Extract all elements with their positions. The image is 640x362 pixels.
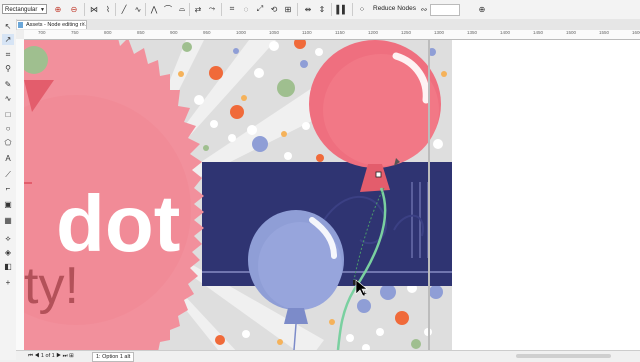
toolbox: ↖ ↗ ⌗ ⚲ ✎ ∿ □ ○ ⬠ A ⟋ ⌐ ▣ ▦ ⟡ ◈ ◧ + [0,19,17,360]
ruler-tick: 1050 [269,30,280,35]
document-icon [18,22,23,28]
align-nodes-icon[interactable]: ⊞ [282,3,294,15]
chevron-down-icon: ▼ [40,7,45,13]
add-tool-icon[interactable]: + [2,277,14,288]
smart-fill-icon[interactable]: ◧ [2,261,14,272]
ruler-tick: 1000 [236,30,247,35]
curve-smoothness-icon[interactable]: ∾ [418,3,430,15]
select-all-nodes-icon[interactable]: ⁘ [356,3,368,15]
ruler-tick: 1400 [500,30,511,35]
stretch-nodes-icon[interactable]: ⤢ [254,3,266,15]
svg-text:+: + [362,289,367,298]
drawing-canvas[interactable]: dot ty! + [24,40,640,350]
interactive-fill-icon[interactable]: ◈ [2,247,14,258]
pick-tool-icon[interactable]: ↖ [2,21,14,32]
ruler-tick: 1500 [566,30,577,35]
ruler-tick: 700 [38,30,46,35]
selection-mode-dropdown[interactable]: Rectangular ▼ [2,4,47,14]
artistic-media-icon[interactable]: ∿ [2,93,14,104]
text-tool-icon[interactable]: A [2,153,14,164]
ruler-tick: 1200 [368,30,379,35]
crop-tool-icon[interactable]: ⌗ [2,49,14,60]
ruler-tick: 800 [104,30,112,35]
parallel-dimension-icon[interactable]: ⟋ [2,169,14,180]
reverse-direction-icon[interactable]: ⇄ [192,3,204,15]
options-icon[interactable]: ⊕ [476,3,488,15]
page-count: 1 of 1 [40,353,55,359]
extract-subpath-icon[interactable]: ⌗ [226,3,238,15]
to-curve-icon[interactable]: ∿ [132,3,144,15]
smoothness-field[interactable] [430,4,460,16]
ruler-tick: 850 [137,30,145,35]
ruler-tick: 1300 [434,30,445,35]
ruler-tick: 1450 [533,30,544,35]
artwork-illustration: dot ty! + [24,40,452,350]
node-handle[interactable] [375,171,382,178]
page-border [428,40,430,350]
shape-tool-icon[interactable]: ↗ [2,34,14,45]
add-node-icon[interactable]: ⊕ [52,3,64,15]
text-ty: ty! [24,257,79,315]
page-navigator: ⏮ ◀ 1 of 1 ▶ ⏭ ⊞ 1: Option 1 alt [16,350,640,362]
selection-mode-value: Rectangular [5,7,38,13]
close-curve-icon[interactable]: ◌ [240,3,252,15]
horizontal-scrollbar[interactable] [516,354,611,358]
symmetrical-node-icon[interactable]: ⌓ [176,3,188,15]
connector-tool-icon[interactable]: ⌐ [2,183,14,194]
reduce-nodes-button[interactable]: Reduce Nodes [373,5,416,12]
elastic-mode-icon[interactable]: ▌▌ [336,3,348,15]
polygon-tool-icon[interactable]: ⬠ [2,137,14,148]
mirror-horizontal-icon[interactable]: ⇹ [302,3,314,15]
ruler-tick: 750 [71,30,79,35]
page-tab[interactable]: 1: Option 1 alt [92,352,135,362]
break-curve-icon[interactable]: ⌇ [102,3,114,15]
ruler-tick: 1550 [599,30,610,35]
to-line-icon[interactable]: ╱ [118,3,130,15]
mirror-vertical-icon[interactable]: ⇕ [316,3,328,15]
ruler-tick: 1100 [302,30,312,35]
ruler-tick: 1350 [467,30,478,35]
ruler-tick: 1600 [632,30,640,35]
freehand-tool-icon[interactable]: ✎ [2,79,14,90]
document-tab-bar: Assets - Node editing r... × + [0,19,640,47]
horizontal-ruler[interactable]: 700 750 800 850 900 950 1000 1050 1100 1… [24,30,640,40]
zoom-tool-icon[interactable]: ⚲ [2,63,14,74]
drop-shadow-icon[interactable]: ▣ [2,199,14,210]
property-bar: Rectangular ▼ ⊕ ⊖ ⋈ ⌇ ╱ ∿ ⋀ ⌒ ⌓ ⇄ ⤳ ⌗ ◌ … [0,0,640,20]
close-icon[interactable]: × [81,21,85,29]
cusp-node-icon[interactable]: ⋀ [148,3,160,15]
ruler-tick: 1150 [335,30,345,35]
rectangle-tool-icon[interactable]: □ [2,109,14,120]
extend-curve-icon[interactable]: ⤳ [206,3,218,15]
rotate-nodes-icon[interactable]: ⟲ [268,3,280,15]
delete-node-icon[interactable]: ⊖ [68,3,80,15]
eyedropper-icon[interactable]: ⟡ [2,233,14,244]
smooth-node-icon[interactable]: ⌒ [162,3,174,15]
join-nodes-icon[interactable]: ⋈ [88,3,100,15]
artwork-page[interactable]: dot ty! + [24,40,452,350]
ruler-tick: 950 [203,30,211,35]
transparency-icon[interactable]: ▦ [2,215,14,226]
ellipse-tool-icon[interactable]: ○ [2,123,14,134]
tab-document[interactable]: Assets - Node editing r... × [15,20,87,29]
tab-document-label: Assets - Node editing r... [26,22,86,28]
ruler-tick: 1250 [401,30,412,35]
ruler-tick: 900 [170,30,178,35]
text-dot: dot [56,179,180,268]
